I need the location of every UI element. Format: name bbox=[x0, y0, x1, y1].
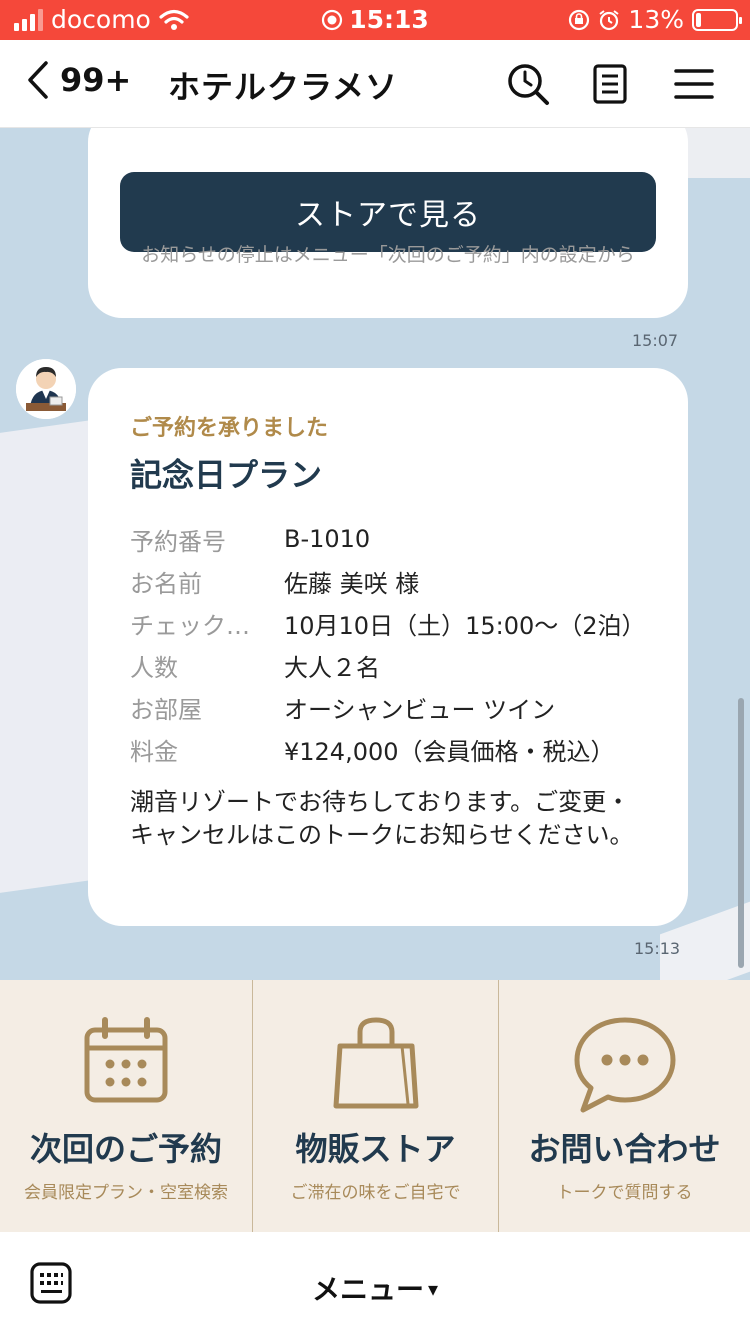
unread-count: 99+ bbox=[60, 61, 132, 99]
avatar[interactable] bbox=[16, 359, 76, 419]
shopping-bag-icon bbox=[333, 1017, 418, 1109]
notification-notice: お知らせの停止はメニュー「次回のご予約」内の設定から bbox=[141, 244, 635, 266]
message-timestamp: 15:13 bbox=[634, 939, 681, 958]
menu-item-next-booking[interactable]: 次回のご予約 会員限定プラン・空室検索 bbox=[0, 980, 253, 1232]
row-value: オーシャンビュー ツイン bbox=[284, 695, 556, 724]
row-label: お名前 bbox=[130, 569, 202, 598]
booking-row: チェック… 10月10日（土）15:00～（2泊） bbox=[130, 602, 646, 644]
hotel-staff-avatar-icon bbox=[16, 359, 76, 419]
booking-message: 潮音リゾートでお待ちしております。ご変更・キャンセルはこのトークにお知らせくださ… bbox=[130, 788, 634, 849]
row-value: B-1010 bbox=[284, 525, 371, 553]
status-bar: docomo 15:13 13% bbox=[0, 0, 750, 40]
hamburger-menu-icon[interactable] bbox=[670, 60, 718, 108]
row-value: 大人２名 bbox=[284, 653, 380, 682]
row-label: 人数 bbox=[130, 653, 178, 682]
booking-details: 予約番号 B-1010 お名前 佐藤 美咲 様 チェック… 10月10日（土）15:0… bbox=[130, 518, 646, 770]
back-button[interactable]: 99+ bbox=[26, 60, 131, 100]
chevron-left-icon bbox=[28, 61, 48, 99]
menu-item-contact[interactable]: お問い合わせ トークで質問する bbox=[499, 980, 750, 1232]
row-value: 10月10日（土）15:00～（2泊） bbox=[284, 611, 646, 640]
menu-item-subtitle: 会員限定プラン・空室検索 bbox=[24, 1183, 228, 1203]
menu-label: メニュー bbox=[311, 1273, 424, 1306]
menu-item-subtitle: ご滞在の味をご自宅で bbox=[290, 1183, 461, 1203]
row-label: お部屋 bbox=[130, 695, 202, 724]
menu-item-title: 次回のご予約 bbox=[29, 1130, 222, 1168]
booking-row: お名前 佐藤 美咲 様 bbox=[130, 560, 646, 602]
chat-area[interactable]: ストアで見る お知らせの停止はメニュー「次回のご予約」内の設定から 15:07 … bbox=[0, 128, 750, 980]
menu-item-title: お問い合わせ bbox=[528, 1130, 721, 1168]
rich-menu: 次回のご予約 会員限定プラン・空室検索 物販ストア ご滞在の味をご自宅で お問い… bbox=[0, 980, 750, 1232]
scrollbar[interactable] bbox=[738, 698, 744, 968]
chat-title: ホテルクラメソ bbox=[168, 68, 399, 106]
row-label: 予約番号 bbox=[130, 527, 226, 556]
caret-down-icon: ▾ bbox=[427, 1277, 439, 1301]
notes-icon[interactable] bbox=[586, 60, 634, 108]
booking-row: 料金 ¥124,000（会員価格・税込） bbox=[130, 728, 646, 770]
background-decoration bbox=[680, 128, 750, 178]
booking-subtitle: ご予約を承りました bbox=[130, 416, 329, 441]
row-value: ¥124,000（会員価格・税込） bbox=[284, 737, 615, 766]
menu-item-store[interactable]: 物販ストア ご滞在の味をご自宅で bbox=[253, 980, 499, 1232]
bottom-bar: メニュー ▾ bbox=[0, 1232, 750, 1334]
clock: 15:13 bbox=[349, 5, 429, 34]
booking-row: 予約番号 B-1010 bbox=[130, 518, 646, 560]
menu-item-subtitle: トークで質問する bbox=[556, 1183, 693, 1203]
battery-percent: 13% bbox=[628, 5, 684, 34]
booking-row: お部屋 オーシャンビュー ツイン bbox=[130, 686, 646, 728]
booking-row: 人数 大人２名 bbox=[130, 644, 646, 686]
calendar-icon bbox=[84, 1017, 168, 1103]
chat-bubble-icon bbox=[574, 1017, 675, 1113]
search-icon[interactable] bbox=[504, 60, 552, 108]
row-value: 佐藤 美咲 様 bbox=[284, 569, 420, 598]
menu-item-title: 物販ストア bbox=[295, 1130, 456, 1168]
chat-header: 99+ ホテルクラメソ bbox=[0, 40, 750, 128]
row-label: チェック… bbox=[130, 611, 250, 640]
screen-record-icon bbox=[322, 9, 343, 31]
menu-toggle-button[interactable]: メニュー ▾ bbox=[0, 1268, 750, 1308]
row-label: 料金 bbox=[130, 737, 178, 766]
alarm-icon bbox=[599, 9, 620, 30]
message-bubble-store: ストアで見る お知らせの停止はメニュー「次回のご予約」内の設定から bbox=[88, 128, 688, 318]
booking-title: 記念日プラン bbox=[130, 456, 323, 494]
battery-icon bbox=[692, 8, 742, 31]
rotation-lock-icon bbox=[569, 9, 590, 30]
message-timestamp: 15:07 bbox=[632, 331, 679, 350]
message-bubble-booking: ご予約を承りました 記念日プラン 予約番号 B-1010 お名前 佐藤 美咲 様 チ… bbox=[88, 368, 688, 926]
